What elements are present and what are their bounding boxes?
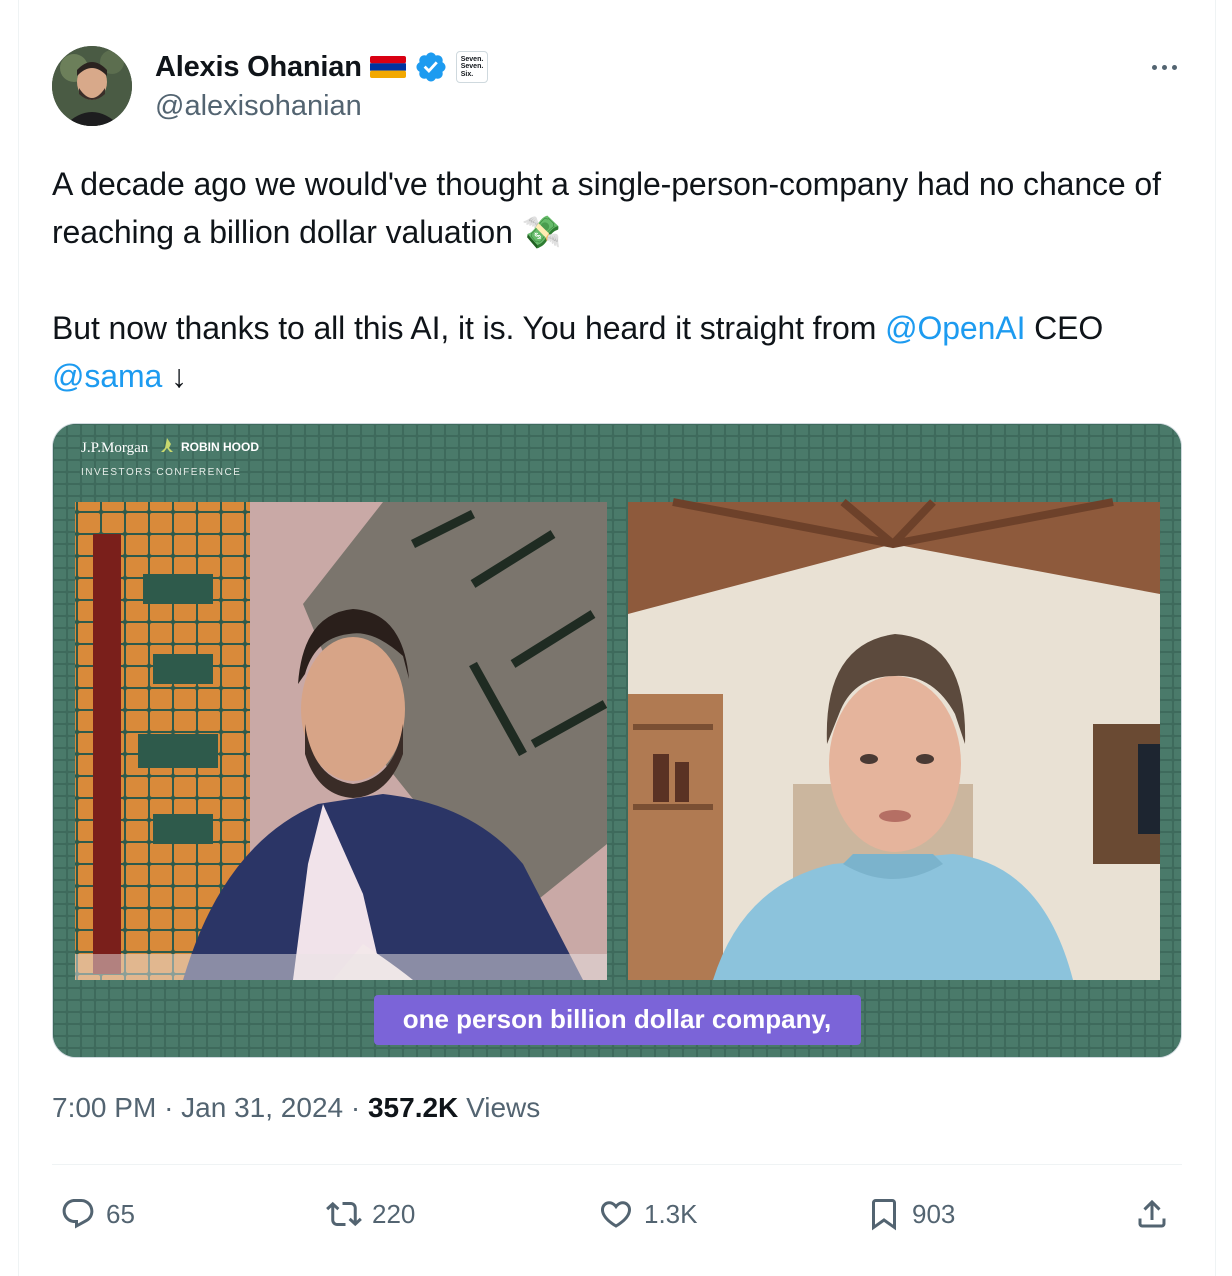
tweet-line-2: But now thanks to all this AI, it is. Yo… [52, 310, 877, 346]
tweet-paragraph-2: But now thanks to all this AI, it is. Yo… [52, 304, 1162, 400]
tweet-line-2-ceo: CEO [1034, 310, 1104, 346]
tweet-paragraph-1: A decade ago we would've thought a singl… [52, 160, 1162, 256]
armenia-flag-icon [369, 56, 406, 78]
reply-count: 65 [106, 1198, 135, 1229]
like-count: 1.3K [644, 1198, 698, 1229]
affiliate-badge-text: Seven. [460, 63, 484, 71]
share-icon [1138, 1199, 1166, 1228]
bookmark-count: 903 [912, 1198, 956, 1229]
tweet-meta: 7:00 PM · Jan 31, 2024 · 357.2K Views [52, 1092, 540, 1124]
mention-openai[interactable]: @OpenAI [885, 310, 1025, 346]
more-dot-icon [1171, 64, 1177, 70]
video-caption: one person billion dollar company, [403, 1004, 832, 1034]
tweet-text: A decade ago we would've thought a singl… [52, 160, 1162, 400]
retweet-count: 220 [372, 1198, 416, 1229]
views-label: Views [466, 1092, 541, 1123]
reply-icon [62, 1199, 94, 1229]
video-frame: J.P.Morgan ROBIN HOOD INVESTORS CONFEREN… [53, 424, 1181, 1057]
retweet-button[interactable]: 220 [326, 1192, 415, 1236]
reply-button[interactable]: 65 [60, 1192, 135, 1236]
affiliate-badge-text: Six. [460, 70, 474, 78]
robin-hood-logo: ROBIN HOOD [181, 440, 259, 454]
mention-sama[interactable]: @sama [52, 358, 162, 394]
bookmark-icon [872, 1199, 896, 1231]
bookmark-button[interactable]: 903 [866, 1192, 955, 1236]
avatar-photo [52, 46, 132, 126]
verified-badge-icon[interactable] [414, 50, 448, 84]
jpmorgan-logo: J.P.Morgan [81, 440, 149, 456]
more-options-button[interactable] [1146, 54, 1182, 80]
share-button[interactable] [1134, 1192, 1170, 1236]
meta-separator: · [350, 1092, 361, 1123]
down-arrow-icon: ↓ [171, 358, 187, 394]
more-dot-icon [1161, 64, 1167, 70]
like-button[interactable]: 1.3K [598, 1192, 698, 1236]
more-dot-icon [1151, 64, 1157, 70]
tweet-date[interactable]: Jan 31, 2024 [181, 1092, 343, 1123]
author-name-row: Alexis Ohanian Seven. Seven. Six. [155, 46, 488, 88]
retweet-icon [326, 1201, 362, 1227]
meta-separator: · [164, 1092, 174, 1123]
views-count: 357.2K [367, 1092, 459, 1123]
author-handle[interactable]: @alexisohanian [155, 90, 362, 123]
tweet-time[interactable]: 7:00 PM [52, 1092, 156, 1123]
tweet-line-1: A decade ago we would've thought a singl… [52, 166, 1161, 250]
author-display-name[interactable]: Alexis Ohanian [155, 51, 362, 84]
tweet-video[interactable]: J.P.Morgan ROBIN HOOD INVESTORS CONFEREN… [52, 423, 1182, 1058]
affiliate-badge-text: Seven. [460, 55, 484, 63]
conference-name: INVESTORS CONFERENCE [81, 467, 241, 478]
affiliate-badge[interactable]: Seven. Seven. Six. [455, 51, 488, 83]
divider [52, 1164, 1182, 1165]
heart-icon [600, 1201, 632, 1228]
money-with-wings-icon: 💸 [521, 214, 562, 250]
avatar[interactable] [52, 46, 132, 126]
